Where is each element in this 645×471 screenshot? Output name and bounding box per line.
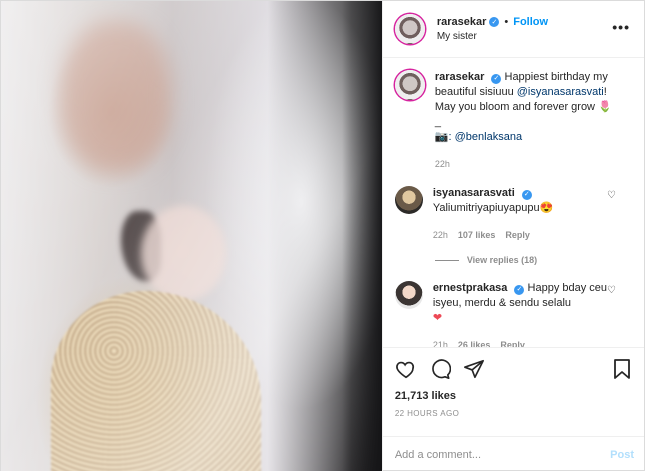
verified-badge-icon: ✓ xyxy=(489,17,500,27)
comment-time[interactable]: 21h xyxy=(433,338,448,347)
add-comment-input[interactable] xyxy=(394,448,585,461)
commenter-avatar[interactable] xyxy=(394,281,423,309)
comment-likes[interactable]: 26 likes xyxy=(458,338,491,347)
separator-dot: • xyxy=(504,16,509,28)
commenter-username[interactable]: ernestprakasa xyxy=(433,282,508,294)
comment-icon[interactable] xyxy=(429,358,451,380)
more-options-icon[interactable]: ••• xyxy=(612,19,630,35)
author-username[interactable]: rarasekar xyxy=(437,16,487,28)
comment-text: Yaliumitriyapiuyapupu😍 xyxy=(432,202,554,214)
commenter-avatar[interactable] xyxy=(394,186,423,214)
post-dialog: rarasekar ✓ • Follow My sister ••• raras… xyxy=(0,0,645,471)
photo-veil xyxy=(1,1,382,471)
commenter-username[interactable]: isyanasarasvati xyxy=(433,187,515,199)
camera-icon: 📷 xyxy=(434,131,449,143)
likes-count[interactable]: 21,713 likes xyxy=(395,390,632,402)
comment-like-heart-icon[interactable]: ♡ xyxy=(607,285,616,296)
caption-username[interactable]: rarasekar xyxy=(435,71,485,83)
post-side-panel: rarasekar ✓ • Follow My sister ••• raras… xyxy=(381,1,644,471)
photo-dark-edge xyxy=(341,1,382,471)
verified-badge-icon: ✓ xyxy=(491,73,502,84)
add-comment-bar: Post xyxy=(382,436,644,471)
post-actions: 21,713 likes 22 HOURS AGO xyxy=(382,347,644,436)
comment-time[interactable]: 22h xyxy=(433,228,448,243)
comment-likes[interactable]: 107 likes xyxy=(458,228,496,243)
verified-badge-icon: ✓ xyxy=(514,284,525,295)
comments-list[interactable]: rarasekar ✓ Happiest birthday my beautif… xyxy=(383,58,644,347)
caption: rarasekar ✓ Happiest birthday my beautif… xyxy=(394,70,630,172)
follow-button[interactable]: Follow xyxy=(513,16,548,28)
caption-time[interactable]: 22h xyxy=(435,157,450,172)
author-info: rarasekar ✓ • Follow My sister xyxy=(437,16,548,42)
caption-dash: _ xyxy=(434,116,441,128)
comment-item: isyanasarasvati ✓ Yaliumitriyapiuyapupu😍… xyxy=(394,186,630,243)
comment-item: ernestprakasa ✓ Happy bday ceu isyeu, me… xyxy=(394,281,630,347)
bookmark-icon[interactable] xyxy=(612,358,632,380)
post-header: rarasekar ✓ • Follow My sister ••• xyxy=(382,1,644,58)
view-replies-label: View replies (18) xyxy=(466,255,538,265)
verified-badge-icon: ✓ xyxy=(521,189,532,200)
post-comment-button[interactable]: Post xyxy=(610,449,634,461)
like-heart-icon[interactable] xyxy=(395,358,417,380)
view-replies-button[interactable]: View replies (18) xyxy=(434,255,630,265)
caption-avatar[interactable] xyxy=(394,70,425,100)
reply-button[interactable]: Reply xyxy=(505,228,530,243)
reply-button[interactable]: Reply xyxy=(500,338,525,347)
author-avatar[interactable] xyxy=(394,14,425,44)
view-replies-line xyxy=(434,259,459,261)
comment-like-heart-icon[interactable]: ♡ xyxy=(607,190,616,201)
post-location[interactable]: My sister xyxy=(437,31,548,42)
credit-link[interactable]: : @benlaksana xyxy=(449,131,523,143)
post-time[interactable]: 22 HOURS AGO xyxy=(395,409,632,418)
post-photo[interactable] xyxy=(1,1,382,471)
share-icon[interactable] xyxy=(463,358,485,380)
caption-mention-link[interactable]: @isyanasarasvati xyxy=(517,86,604,98)
red-heart-icon: ❤ xyxy=(432,312,443,324)
